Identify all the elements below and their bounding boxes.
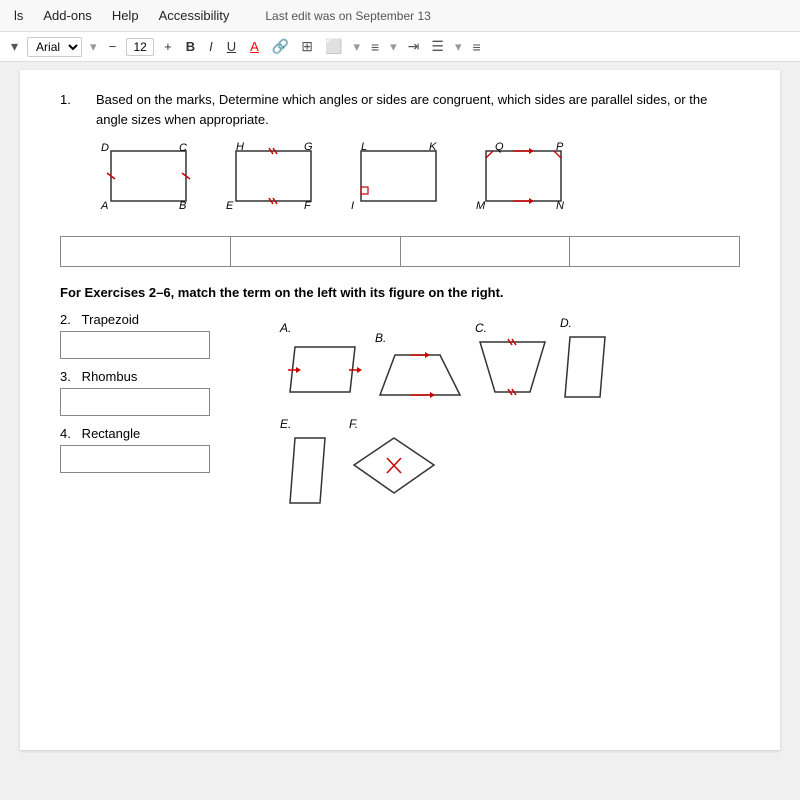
figure-e-svg [280, 433, 335, 513]
answer-cell-3[interactable] [400, 237, 570, 267]
toolbar: ▾ Arial ▾ − 12 + B I U A 🔗 ⊞ ⬜ ▾ ≡ ▾ ⇥ ☰… [0, 32, 800, 62]
insert-icon[interactable]: ⊞ [298, 36, 316, 57]
question-1-text: 1. Based on the marks, Determine which a… [60, 90, 740, 129]
figure-a: A. [280, 321, 365, 405]
shape-ijkl-svg: L K I [346, 141, 451, 221]
figure-b-svg [375, 347, 465, 402]
svg-text:F: F [304, 200, 312, 212]
arrow-icon: ▾ [8, 36, 21, 57]
svg-text:E: E [226, 200, 234, 212]
shape-abcd-svg: D C A B [96, 141, 201, 221]
shape-efgh: H G E F [221, 141, 326, 224]
exercises-figures-wrapper: 2. Trapezoid 3. Rhombus 4. Rectangle [60, 312, 740, 516]
figure-c-label: C. [475, 321, 550, 335]
indent-icon[interactable]: ⇥ [405, 36, 423, 57]
section-header: For Exercises 2–6, match the term on the… [60, 285, 740, 300]
svg-text:Q: Q [495, 141, 504, 153]
svg-text:I: I [351, 200, 354, 212]
figure-c: C. [475, 321, 550, 405]
menu-item-help[interactable]: Help [108, 6, 143, 25]
more-icon[interactable]: ≡ [470, 37, 484, 57]
shape-efgh-svg: H G E F [221, 141, 326, 221]
question-1-block: 1. Based on the marks, Determine which a… [60, 90, 740, 267]
menu-bar: ls Add-ons Help Accessibility Last edit … [0, 0, 800, 32]
svg-text:C: C [179, 142, 187, 154]
link-icon[interactable]: 🔗 [269, 36, 292, 57]
exercise-3-left: 3. Rhombus [60, 369, 240, 416]
figure-f-label: F. [349, 417, 439, 431]
figure-d: D. [560, 316, 610, 405]
font-family-select[interactable]: Arial [27, 37, 82, 57]
svg-text:H: H [236, 141, 244, 153]
svg-text:D: D [101, 142, 109, 154]
shape-mnpq: Q P M N [471, 141, 576, 224]
exercise-3-answer[interactable] [60, 388, 210, 416]
image-icon[interactable]: ⬜ [322, 36, 345, 57]
document-area: 1. Based on the marks, Determine which a… [20, 70, 780, 750]
figure-e-label: E. [280, 417, 335, 431]
figure-b-label: B. [375, 331, 465, 345]
exercises-list: 2. Trapezoid 3. Rhombus 4. Rectangle [60, 312, 260, 516]
underline-button[interactable]: U [223, 37, 240, 56]
exercise-2-left: 2. Trapezoid [60, 312, 240, 359]
exercise-2-answer[interactable] [60, 331, 210, 359]
answer-table-1 [60, 236, 740, 267]
menu-item-accessibility[interactable]: Accessibility [155, 6, 234, 25]
svg-text:L: L [361, 141, 367, 153]
svg-text:K: K [429, 141, 437, 153]
figure-d-label: D. [560, 316, 610, 330]
figure-b: B. [375, 331, 465, 405]
svg-text:B: B [179, 200, 186, 212]
font-color-button[interactable]: A [246, 37, 263, 56]
shape-abcd: D C A B [96, 141, 201, 224]
figures-bottom-row: E. F. [280, 417, 740, 516]
exercise-4-answer[interactable] [60, 445, 210, 473]
svg-text:N: N [556, 200, 564, 212]
q1-number: 1. [60, 90, 80, 129]
align-icon[interactable]: ≡ [368, 37, 382, 57]
toolbar-sep3: ▾ [390, 39, 397, 55]
svg-text:P: P [556, 141, 564, 153]
figure-e: E. [280, 417, 335, 516]
last-edit-text: Last edit was on September 13 [265, 9, 430, 23]
shape-ijkl: L K I [346, 141, 451, 224]
bold-button[interactable]: B [182, 37, 199, 56]
exercise-3-row: 3. Rhombus [60, 369, 260, 416]
figure-c-svg [475, 337, 550, 402]
q1-content: Based on the marks, Determine which angl… [96, 90, 740, 129]
figure-a-svg [280, 337, 365, 402]
exercise-3-number: 3. Rhombus [60, 369, 240, 384]
exercise-2-row: 2. Trapezoid [60, 312, 260, 359]
exercise-2-number: 2. Trapezoid [60, 312, 240, 327]
font-increase-button[interactable]: + [160, 37, 176, 56]
menu-item-addons[interactable]: Add-ons [39, 6, 95, 25]
italic-button[interactable]: I [205, 37, 217, 56]
answer-cell-2[interactable] [230, 237, 400, 267]
svg-text:G: G [304, 141, 313, 153]
figures-top-row: A. B. [280, 316, 740, 405]
toolbar-sep1: ▾ [90, 39, 97, 55]
figures-area: A. B. [280, 312, 740, 516]
shapes-row: D C A B H G [96, 141, 740, 224]
list-icon[interactable]: ☰ [428, 36, 447, 57]
exercise-4-row: 4. Rectangle [60, 426, 260, 473]
toolbar-sep4: ▾ [455, 39, 462, 55]
svg-text:M: M [476, 200, 486, 212]
shape-mnpq-svg: Q P M N [471, 141, 576, 221]
figure-f: F. [349, 417, 439, 501]
figure-a-label: A. [280, 321, 365, 335]
menu-item-ls[interactable]: ls [10, 6, 27, 25]
toolbar-sep2: ▾ [353, 39, 360, 55]
svg-text:A: A [100, 200, 108, 212]
answer-cell-1[interactable] [61, 237, 231, 267]
font-decrease-button[interactable]: − [105, 37, 121, 56]
figure-f-svg [349, 433, 439, 498]
figure-d-svg [560, 332, 610, 402]
font-size-display: 12 [126, 38, 154, 56]
exercise-4-number: 4. Rectangle [60, 426, 240, 441]
exercise-4-left: 4. Rectangle [60, 426, 240, 473]
answer-cell-4[interactable] [570, 237, 740, 267]
